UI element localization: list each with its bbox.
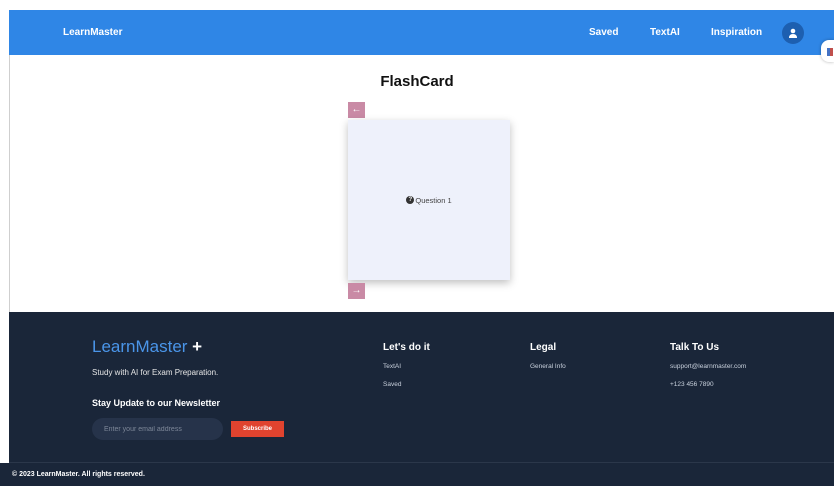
footer-col-title-talk-to-us: Talk To Us (670, 342, 720, 353)
footer-link-textai[interactable]: TextAI (383, 363, 401, 370)
top-strip (0, 0, 834, 10)
nav-link-textai[interactable]: TextAI (650, 10, 680, 55)
flashcard-question: Question 1 (415, 195, 452, 205)
brand-logo[interactable]: LearnMaster (63, 10, 122, 55)
flashcard[interactable]: ? Question 1 (348, 120, 510, 280)
question-icon: ? (406, 196, 415, 204)
navbar: LearnMaster Saved TextAI Inspiration (9, 10, 834, 55)
footer-col-title-legal: Legal (530, 342, 557, 353)
footer-phone[interactable]: +123 456 7890 (670, 381, 714, 388)
flashcard-content: ? Question 1 (406, 195, 452, 205)
user-avatar-button[interactable] (782, 22, 804, 44)
footer-link-general-info[interactable]: General Info (530, 363, 566, 370)
footer-link-saved[interactable]: Saved (383, 381, 401, 388)
left-divider (9, 55, 10, 312)
footer: LearnMaster + Study with AI for Exam Pre… (9, 312, 834, 486)
footer-support-email[interactable]: support@learnmaster.com (670, 363, 746, 370)
footer-logo[interactable]: LearnMaster + (92, 337, 202, 357)
footer-col-title-lets-do-it: Let's do it (383, 342, 430, 353)
next-card-button[interactable]: → (348, 283, 365, 299)
nav-link-inspiration[interactable]: Inspiration (711, 10, 762, 55)
subscribe-button[interactable]: Subscribe (231, 421, 284, 437)
page: LearnMaster Saved TextAI Inspiration Fla… (0, 0, 834, 486)
copyright-text: © 2023 LearnMaster. All rights reserved. (12, 471, 145, 478)
nav-link-saved[interactable]: Saved (589, 10, 618, 55)
newsletter-title: Stay Update to our Newsletter (92, 398, 221, 408)
newsletter-email-input[interactable] (92, 418, 223, 440)
footer-logo-plus: + (192, 337, 203, 356)
footer-logo-text: LearnMaster (92, 337, 188, 356)
footer-tagline: Study with AI for Exam Preparation. (92, 368, 219, 377)
translate-icon (827, 48, 833, 56)
user-icon (789, 28, 797, 38)
page-title: FlashCard (380, 73, 454, 90)
prev-card-button[interactable]: ← (348, 102, 365, 118)
